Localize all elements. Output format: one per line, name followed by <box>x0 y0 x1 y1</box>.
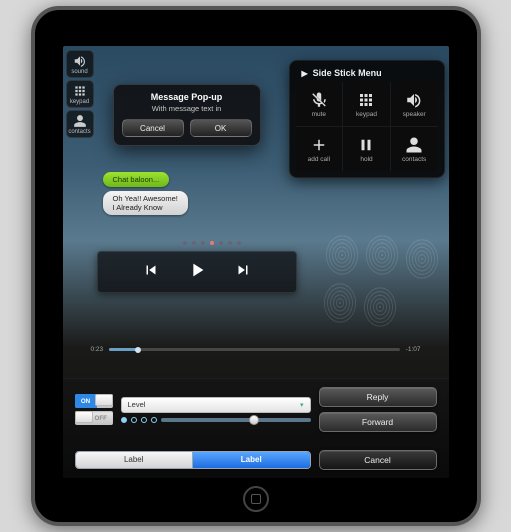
popup-cancel-button[interactable]: Cancel <box>122 119 184 137</box>
next-icon <box>234 261 252 279</box>
side-dock: sound keypad contacts <box>66 50 94 138</box>
segment-b[interactable]: Label <box>193 452 310 468</box>
slider[interactable] <box>121 417 311 423</box>
level-select[interactable]: Level ▾ <box>121 397 311 413</box>
menu-add-call[interactable]: add call <box>296 127 343 171</box>
menu-title-row: ▶ Side Stick Menu <box>296 65 438 82</box>
ipad-device: sound keypad contacts ▶ Side Stick Menu … <box>31 6 481 526</box>
popup-title: Message Pop-up <box>122 92 252 102</box>
keypad-icon <box>357 91 375 109</box>
scrubber-track[interactable] <box>109 348 400 351</box>
segment-a[interactable]: Label <box>76 452 194 468</box>
fingerprint-icon <box>323 282 357 324</box>
home-button[interactable] <box>243 486 269 512</box>
fingerprint-icon <box>363 286 397 328</box>
fingerprint-icon <box>325 234 359 276</box>
scrubber[interactable]: 0:23 -1:07 <box>91 346 421 353</box>
forward-button[interactable]: Forward <box>319 412 437 432</box>
reply-button[interactable]: Reply <box>319 387 437 407</box>
slider-dot <box>131 417 137 423</box>
fingerprint-icon <box>405 238 439 280</box>
menu-speaker-label: speaker <box>403 111 426 118</box>
next-track-button[interactable] <box>234 261 252 284</box>
person-icon <box>73 114 87 128</box>
chat-bubble-sent: Chat baloon... <box>103 172 170 187</box>
plus-icon <box>310 136 328 154</box>
play-button[interactable] <box>186 259 208 286</box>
menu-keypad-label: keypad <box>356 111 377 118</box>
toggle-off[interactable] <box>75 411 113 425</box>
bottom-panel: Level ▾ Reply Forward Label Label <box>63 378 449 478</box>
volume-icon <box>405 91 423 109</box>
popup-body: With message text in <box>122 104 252 113</box>
menu-title: Side Stick Menu <box>313 68 382 78</box>
chat-line-1: Oh Yea!! Awesome! <box>113 194 178 203</box>
menu-keypad[interactable]: keypad <box>343 82 390 126</box>
slider-dot <box>141 417 147 423</box>
menu-hold-label: hold <box>360 156 372 163</box>
side-dock-sound[interactable]: sound <box>66 50 94 78</box>
chat-bubble-received: Oh Yea!! Awesome! I Already Know <box>103 191 188 215</box>
menu-mute-label: mute <box>312 111 326 118</box>
message-popup: Message Pop-up With message text in Canc… <box>113 84 261 146</box>
person-icon <box>405 136 423 154</box>
slider-track[interactable] <box>161 418 311 422</box>
fingerprint-icon <box>365 234 399 276</box>
menu-contacts-label: contacts <box>402 156 426 163</box>
prev-icon <box>142 261 160 279</box>
side-dock-keypad[interactable]: keypad <box>66 80 94 108</box>
time-remaining: -1:07 <box>406 346 421 353</box>
select-value: Level <box>128 400 146 409</box>
play-icon <box>186 259 208 281</box>
popup-ok-button[interactable]: OK <box>190 119 252 137</box>
chevron-down-icon: ▾ <box>300 401 304 409</box>
chevron-right-icon: ▶ <box>302 69 308 78</box>
media-controls <box>97 251 297 293</box>
side-dock-contacts-label: contacts <box>68 129 90 135</box>
cancel-button[interactable]: Cancel <box>319 450 437 470</box>
side-dock-sound-label: sound <box>71 69 87 75</box>
segmented-control: Label Label <box>75 451 311 469</box>
toggle-on[interactable] <box>75 394 113 408</box>
side-dock-contacts[interactable]: contacts <box>66 110 94 138</box>
time-elapsed: 0:23 <box>91 346 104 353</box>
pause-icon <box>357 136 375 154</box>
keypad-icon <box>73 84 87 98</box>
menu-hold[interactable]: hold <box>343 127 390 171</box>
side-stick-menu: ▶ Side Stick Menu mute keypad speaker <box>289 60 445 178</box>
volume-icon <box>73 54 87 68</box>
slider-dot <box>151 417 157 423</box>
slider-dot <box>121 417 127 423</box>
menu-speaker[interactable]: speaker <box>391 82 438 126</box>
mic-off-icon <box>310 91 328 109</box>
chat-line-2: I Already Know <box>113 203 178 212</box>
side-dock-keypad-label: keypad <box>70 99 89 105</box>
screen: sound keypad contacts ▶ Side Stick Menu … <box>63 46 449 478</box>
prev-track-button[interactable] <box>142 261 160 284</box>
menu-addcall-label: add call <box>308 156 330 163</box>
page-dots[interactable] <box>183 241 241 245</box>
menu-contacts[interactable]: contacts <box>391 127 438 171</box>
menu-mute[interactable]: mute <box>296 82 343 126</box>
